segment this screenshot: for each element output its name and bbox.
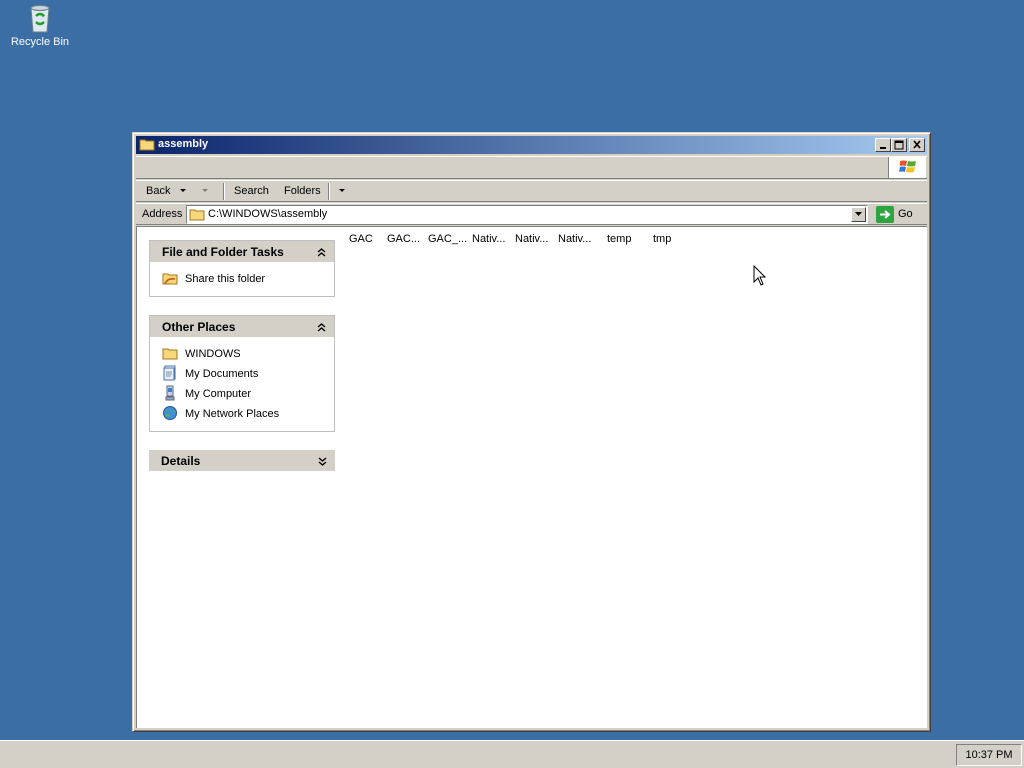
- task-share-folder[interactable]: Share this folder: [162, 270, 334, 290]
- file-item[interactable]: Nativ...: [515, 233, 548, 245]
- file-item[interactable]: GAC: [349, 233, 373, 245]
- title-bar[interactable]: assembly: [136, 136, 927, 154]
- file-item[interactable]: temp: [607, 233, 631, 245]
- details-panel: Details: [149, 450, 335, 471]
- windows-logo: [888, 157, 926, 178]
- chevron-up-icon[interactable]: [317, 321, 326, 335]
- menu-bar: [136, 156, 927, 179]
- my-computer-icon: [162, 385, 178, 406]
- place-my-network-places[interactable]: My Network Places: [162, 405, 334, 425]
- network-places-icon: [162, 405, 178, 426]
- back-dropdown-icon[interactable]: [179, 184, 187, 199]
- file-folder-tasks-panel: File and Folder Tasks Share this folder: [149, 240, 335, 297]
- place-label: WINDOWS: [185, 348, 241, 360]
- go-arrow-icon: [876, 206, 894, 226]
- place-label: My Documents: [185, 368, 259, 380]
- minimize-icon: [880, 147, 886, 149]
- mouse-cursor-icon: [753, 264, 767, 290]
- address-dropdown-button[interactable]: [851, 207, 866, 222]
- explorer-window: assembly Back Search Folders Address C:\…: [132, 132, 931, 732]
- views-dropdown-icon[interactable]: [338, 184, 346, 199]
- file-item[interactable]: GAC_...: [428, 233, 467, 245]
- folders-button[interactable]: Folders: [284, 185, 321, 197]
- toolbar-separator: [223, 183, 225, 200]
- maximize-button[interactable]: [891, 138, 907, 152]
- go-label: Go: [898, 208, 913, 220]
- chevron-down-icon[interactable]: [318, 455, 327, 469]
- file-item[interactable]: Nativ...: [472, 233, 505, 245]
- address-input[interactable]: C:\WINDOWS\assembly: [186, 205, 868, 224]
- recycle-bin-icon: [24, 2, 56, 34]
- place-windows[interactable]: WINDOWS: [162, 345, 334, 365]
- toolbar: Back Search Folders: [136, 180, 927, 202]
- forward-dropdown-icon: [201, 184, 209, 199]
- maximize-icon: [894, 140, 904, 150]
- place-label: My Computer: [185, 388, 252, 400]
- panel-header[interactable]: Other Places: [150, 316, 334, 337]
- other-places-panel: Other Places WINDOWS My Documents My Com…: [149, 315, 335, 432]
- task-label: Share this folder: [185, 273, 266, 285]
- panel-title: Other Places: [162, 320, 236, 334]
- place-label: My Network Places: [185, 408, 280, 420]
- window-title: assembly: [158, 138, 209, 150]
- taskbar: 10:37 PM: [0, 740, 1024, 768]
- place-my-computer[interactable]: My Computer: [162, 385, 334, 405]
- folder-icon: [139, 138, 155, 154]
- folder-icon: [162, 345, 178, 366]
- desktop-icon-label: Recycle Bin: [10, 36, 70, 48]
- address-bar: Address C:\WINDOWS\assembly Go: [136, 203, 927, 225]
- minimize-button[interactable]: [875, 138, 891, 152]
- content-area: File and Folder Tasks Share this folder …: [136, 226, 927, 728]
- go-button[interactable]: Go: [876, 205, 924, 224]
- folder-icon: [189, 208, 205, 224]
- place-my-documents[interactable]: My Documents: [162, 365, 334, 385]
- desktop: Recycle Bin assembly Back Search Folders…: [0, 0, 1024, 740]
- panel-header[interactable]: File and Folder Tasks: [150, 241, 334, 262]
- close-button[interactable]: [909, 138, 925, 152]
- search-button[interactable]: Search: [234, 185, 269, 197]
- file-item[interactable]: tmp: [653, 233, 671, 245]
- chevron-down-icon: [855, 212, 862, 216]
- back-button[interactable]: Back: [146, 185, 170, 197]
- file-item[interactable]: Nativ...: [558, 233, 591, 245]
- my-documents-icon: [162, 365, 178, 386]
- close-icon: [913, 140, 921, 149]
- address-value: C:\WINDOWS\assembly: [208, 208, 328, 220]
- system-tray-clock[interactable]: 10:37 PM: [956, 744, 1022, 766]
- address-label: Address: [142, 208, 183, 220]
- file-item[interactable]: GAC...: [387, 233, 420, 245]
- chevron-up-icon[interactable]: [317, 246, 326, 260]
- share-folder-icon: [162, 270, 178, 291]
- windows-logo-icon: [899, 160, 916, 173]
- panel-header[interactable]: Details: [149, 450, 335, 471]
- panel-title: Details: [161, 454, 201, 468]
- panel-title: File and Folder Tasks: [162, 245, 284, 259]
- desktop-icon-recycle-bin[interactable]: Recycle Bin: [8, 2, 72, 49]
- toolbar-separator: [328, 183, 330, 200]
